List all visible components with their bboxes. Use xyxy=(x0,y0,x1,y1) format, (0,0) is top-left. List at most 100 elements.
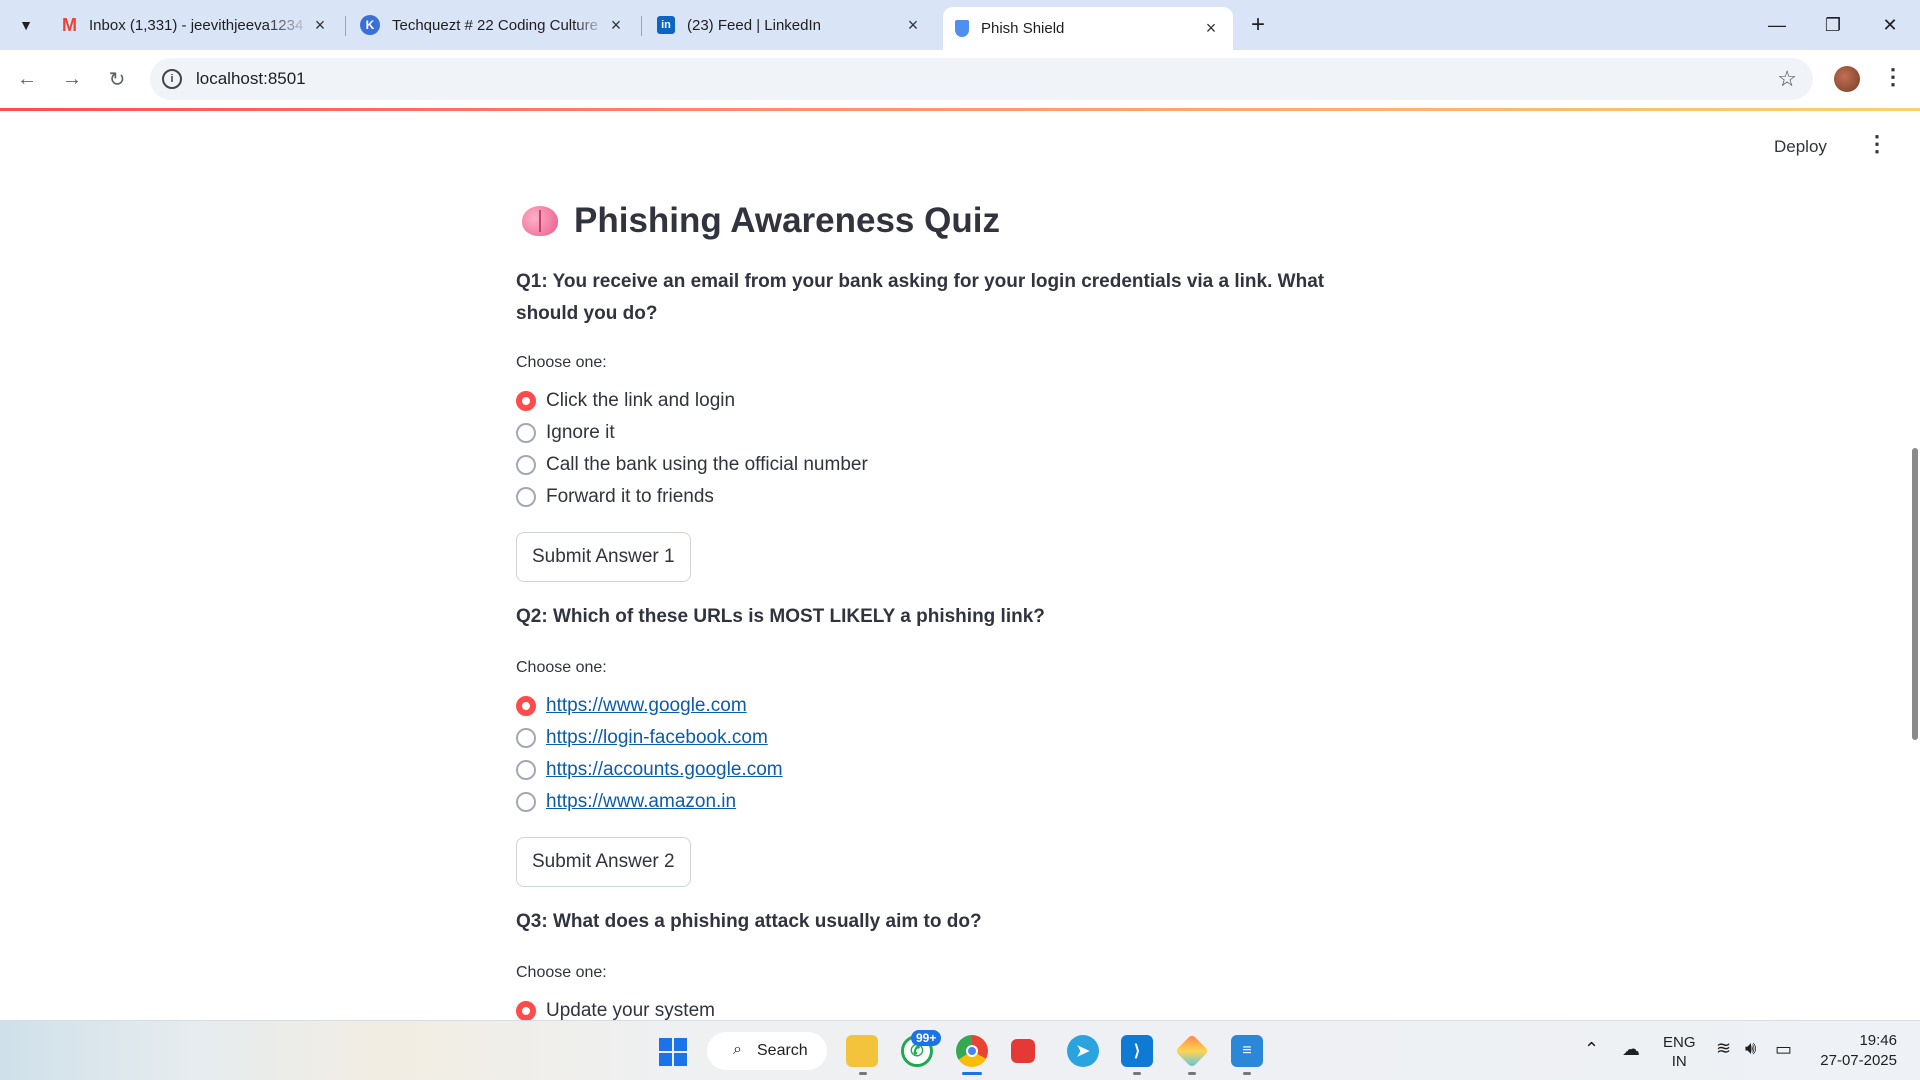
notification-badge: 99+ xyxy=(911,1030,942,1046)
site-info-icon[interactable]: i xyxy=(162,69,182,89)
close-icon[interactable]: × xyxy=(903,15,923,35)
radio-selected-icon[interactable] xyxy=(516,391,536,411)
option-link[interactable]: https://accounts.google.com xyxy=(546,759,783,781)
chevron-down-icon: ▼ xyxy=(19,17,33,33)
k-logo-icon: K xyxy=(360,15,380,35)
option-label: Forward it to friends xyxy=(546,486,714,507)
reload-button[interactable]: ↻ xyxy=(101,63,133,95)
q2-option-4[interactable]: https://www.amazon.in xyxy=(516,789,736,815)
back-button[interactable]: ← xyxy=(11,63,43,95)
app-main: Deploy ⋮ Phishing Awareness Quiz Q1: You… xyxy=(0,111,1920,1020)
git-tool-icon[interactable] xyxy=(1175,1034,1209,1068)
search-icon: ⌕ xyxy=(733,1041,742,1058)
onedrive-error-icon[interactable]: ☁ xyxy=(1622,1039,1640,1060)
q1-option-1[interactable]: Click the link and login xyxy=(516,388,735,414)
option-link[interactable]: https://www.amazon.in xyxy=(546,791,736,813)
running-indicator xyxy=(1243,1072,1251,1075)
minimize-icon: — xyxy=(1768,14,1786,35)
arrow-left-icon: ← xyxy=(17,67,37,90)
radio-icon[interactable] xyxy=(516,792,536,812)
radio-selected-icon[interactable] xyxy=(516,1001,536,1020)
deploy-button[interactable]: Deploy xyxy=(1774,137,1827,157)
tab-linkedin[interactable]: in (23) Feed | LinkedIn × xyxy=(645,7,935,43)
linkedin-icon: in xyxy=(657,16,675,34)
reload-icon: ↻ xyxy=(108,68,126,91)
notepad-icon[interactable]: ≡ xyxy=(1231,1035,1263,1067)
chrome-icon[interactable] xyxy=(956,1035,988,1067)
taskbar-search-label: Search xyxy=(757,1042,808,1059)
language-indicator[interactable]: ENG IN xyxy=(1663,1033,1696,1071)
file-explorer-icon[interactable] xyxy=(846,1035,878,1067)
wifi-icon[interactable]: ≋ xyxy=(1716,1038,1731,1059)
app-red-icon[interactable] xyxy=(1011,1039,1035,1063)
tab-strip: ▼ M Inbox (1,331) - jeevithjeeva1234 × K… xyxy=(0,0,1920,50)
chevron-up-icon[interactable]: ⌃ xyxy=(1584,1039,1599,1060)
option-label: Call the bank using the official number xyxy=(546,454,868,475)
profile-avatar[interactable] xyxy=(1834,66,1860,92)
q2-option-3[interactable]: https://accounts.google.com xyxy=(516,757,783,783)
submit-answer-2-button[interactable]: Submit Answer 2 xyxy=(516,837,691,887)
tab-separator xyxy=(345,16,346,36)
close-icon[interactable]: × xyxy=(1201,18,1221,39)
q1-option-4[interactable]: Forward it to friends xyxy=(516,484,714,510)
radio-icon[interactable] xyxy=(516,728,536,748)
bookmark-star-icon[interactable]: ☆ xyxy=(1777,66,1797,92)
gmail-icon: M xyxy=(62,14,77,35)
tab-title: Techquezt # 22 Coding Culture xyxy=(392,16,598,34)
q1-option-3[interactable]: Call the bank using the official number xyxy=(516,452,868,478)
tab-phish-shield[interactable]: Phish Shield × xyxy=(943,7,1233,50)
vscode-icon[interactable]: ⟩ xyxy=(1121,1035,1153,1067)
scrollbar-thumb[interactable] xyxy=(1912,448,1918,740)
tab-gmail[interactable]: M Inbox (1,331) - jeevithjeeva1234 × xyxy=(50,7,342,43)
choose-label: Choose one: xyxy=(516,354,607,371)
tab-techquezt[interactable]: K Techquezt # 22 Coding Culture × xyxy=(348,7,638,43)
radio-selected-icon[interactable] xyxy=(516,696,536,716)
address-bar[interactable]: i localhost:8501 ☆ xyxy=(150,58,1813,100)
tab-title: Inbox (1,331) - jeevithjeeva1234 xyxy=(89,16,304,34)
close-icon[interactable]: × xyxy=(310,15,330,35)
windows-start-icon[interactable] xyxy=(659,1038,687,1066)
url-text: localhost:8501 xyxy=(196,69,306,88)
close-icon[interactable]: × xyxy=(606,15,626,35)
browser-menu-icon[interactable]: ⋮ xyxy=(1882,64,1904,90)
active-indicator xyxy=(962,1072,982,1075)
tab-search-button[interactable]: ▼ xyxy=(10,9,42,41)
question-2-text: Q2: Which of these URLs is MOST LIKELY a… xyxy=(516,606,1045,627)
brain-icon xyxy=(522,206,558,236)
running-indicator xyxy=(1133,1072,1141,1075)
q2-option-1[interactable]: https://www.google.com xyxy=(516,693,747,719)
restore-icon: ❐ xyxy=(1824,14,1842,35)
volume-icon[interactable]: 🔊︎ xyxy=(1745,1038,1756,1059)
q1-option-2[interactable]: Ignore it xyxy=(516,420,615,446)
q2-option-2[interactable]: https://login-facebook.com xyxy=(516,725,768,751)
radio-icon[interactable] xyxy=(516,423,536,443)
radio-icon[interactable] xyxy=(516,455,536,475)
forward-button[interactable]: → xyxy=(56,63,88,95)
telegram-icon[interactable]: ➤ xyxy=(1067,1035,1099,1067)
close-window-button[interactable]: ✕ xyxy=(1862,0,1918,50)
radio-icon[interactable] xyxy=(516,760,536,780)
option-link[interactable]: https://www.google.com xyxy=(546,695,747,717)
new-tab-button[interactable]: + xyxy=(1243,10,1273,40)
minimize-button[interactable]: — xyxy=(1749,0,1805,50)
app-menu-icon[interactable]: ⋮ xyxy=(1866,131,1888,157)
choose-label: Choose one: xyxy=(516,659,607,676)
plus-icon: + xyxy=(1250,11,1265,38)
restore-button[interactable]: ❐ xyxy=(1805,0,1861,50)
submit-answer-1-button[interactable]: Submit Answer 1 xyxy=(516,532,691,582)
clock[interactable]: 19:46 27-07-2025 xyxy=(1815,1031,1897,1071)
taskbar: ⌕ Search ✆ 99+ ➤ ⟩ ≡ ⌃ ☁ ENG IN ≋ 🔊︎ ▭ 1… xyxy=(0,1020,1920,1080)
battery-icon[interactable]: ▭ xyxy=(1775,1039,1792,1060)
q3-option-1[interactable]: Update your system xyxy=(516,998,715,1020)
option-link[interactable]: https://login-facebook.com xyxy=(546,727,768,749)
tab-title: (23) Feed | LinkedIn xyxy=(687,16,821,34)
shield-icon xyxy=(955,20,969,37)
taskbar-search[interactable]: ⌕ Search xyxy=(707,1032,827,1070)
arrow-right-icon: → xyxy=(62,67,82,90)
date-text: 27-07-2025 xyxy=(1820,1052,1897,1069)
question-1-text: Q1: You receive an email from your bank … xyxy=(516,271,1325,324)
running-indicator xyxy=(859,1072,867,1075)
lang-line-1: ENG xyxy=(1663,1034,1696,1051)
browser-toolbar: ← → ↻ i localhost:8501 ☆ ⋮ xyxy=(0,50,1920,108)
radio-icon[interactable] xyxy=(516,487,536,507)
